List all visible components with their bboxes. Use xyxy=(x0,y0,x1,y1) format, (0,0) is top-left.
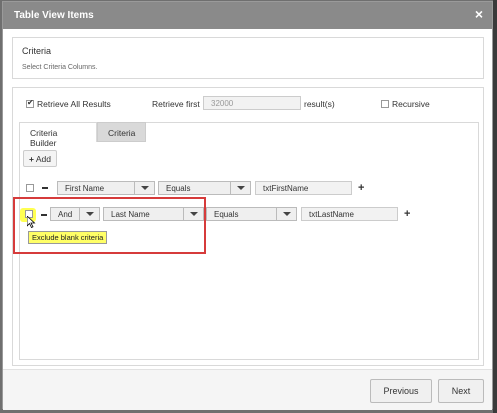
row-2-add-icon[interactable]: + xyxy=(404,209,410,220)
tab-bar: Criteria Builder Criteria xyxy=(19,122,479,148)
close-icon[interactable]: × xyxy=(475,7,483,21)
row-1-value-input[interactable]: txtFirstName xyxy=(255,181,352,195)
add-button[interactable]: + Add xyxy=(23,150,57,167)
tab-criteria-label: Criteria xyxy=(108,128,136,138)
results-label: result(s) xyxy=(304,99,335,109)
retrieve-all-label: Retrieve All Results xyxy=(37,99,111,109)
add-button-label: Add xyxy=(35,154,51,164)
chevron-down-icon xyxy=(134,182,154,194)
recursive-label: Recursive xyxy=(392,99,430,109)
table-view-items-dialog: Table View Items × Criteria Select Crite… xyxy=(2,1,493,410)
row-2-operator-select[interactable]: Equals xyxy=(206,207,297,221)
tab-criteria[interactable]: Criteria xyxy=(97,122,146,142)
criteria-subtitle: Select Criteria Columns. xyxy=(22,64,98,71)
next-button[interactable]: Next xyxy=(438,379,484,403)
background-strip xyxy=(493,0,497,413)
recursive-checkbox[interactable] xyxy=(381,100,389,108)
dialog-title: Table View Items xyxy=(14,10,94,21)
row-1-field-value: First Name xyxy=(65,184,105,193)
row-2-value-input[interactable]: txtLastName xyxy=(301,207,398,221)
exclude-blank-tooltip: Exclude blank criteria xyxy=(28,231,108,244)
mouse-cursor-icon xyxy=(27,216,36,228)
retrieve-first-input[interactable]: 32000 xyxy=(203,96,301,110)
plus-icon: + xyxy=(29,154,34,164)
previous-button[interactable]: Previous xyxy=(370,379,432,403)
row-1-field-select[interactable]: First Name xyxy=(57,181,155,195)
retrieve-all-checkbox[interactable] xyxy=(26,98,34,108)
dialog-footer: Previous Next xyxy=(3,370,492,410)
criteria-header-panel: Criteria Select Criteria Columns. xyxy=(12,37,484,79)
row-1-add-icon[interactable]: + xyxy=(358,183,364,194)
row-1-operator-value: Equals xyxy=(166,184,191,193)
chevron-down-icon xyxy=(230,182,250,194)
dialog-titlebar: Table View Items × xyxy=(3,2,492,29)
retrieve-first-label: Retrieve first xyxy=(152,99,200,109)
tab-criteria-builder[interactable]: Criteria Builder xyxy=(19,122,97,148)
row-1-checkbox[interactable] xyxy=(26,184,34,192)
row-2-operator-value: Equals xyxy=(214,210,239,219)
tab-criteria-builder-label: Criteria Builder xyxy=(30,128,58,148)
chevron-down-icon xyxy=(276,208,296,220)
annotation-highlight-box xyxy=(13,197,206,254)
row-1-operator-select[interactable]: Equals xyxy=(158,181,251,195)
criteria-title: Criteria xyxy=(22,46,52,56)
row-1-remove-icon[interactable] xyxy=(42,187,48,189)
